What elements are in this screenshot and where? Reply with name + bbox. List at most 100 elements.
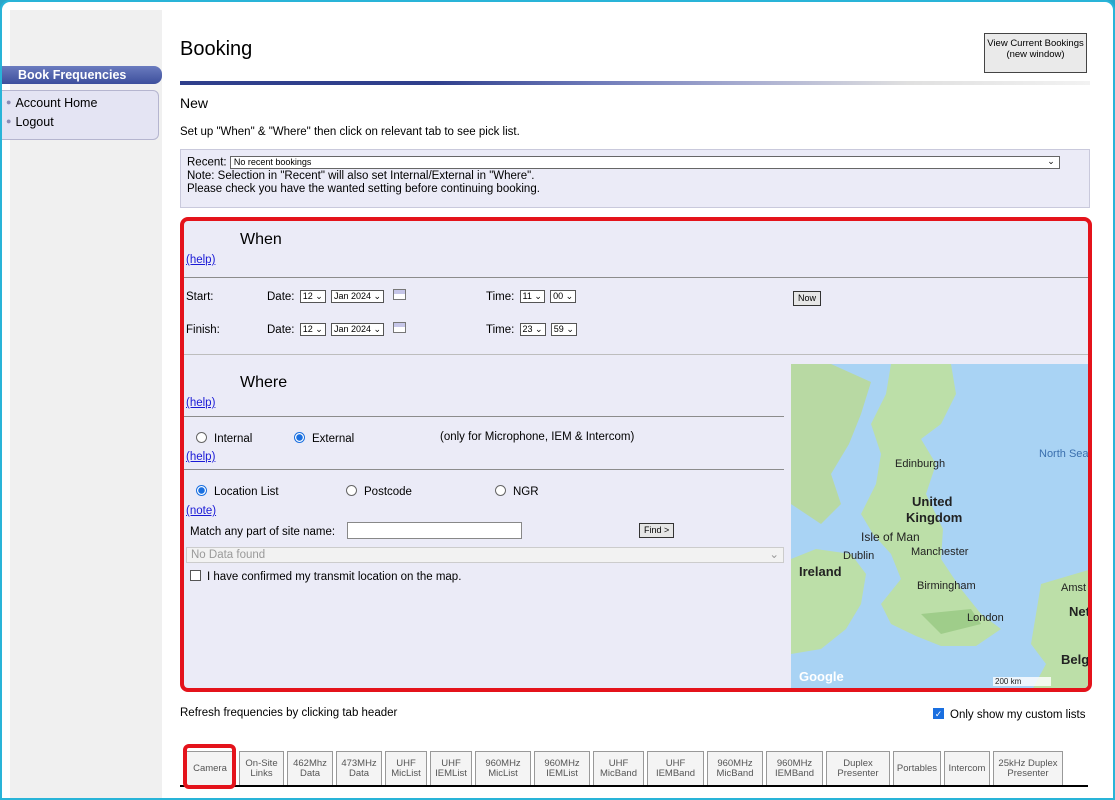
- custom-lists-checkbox[interactable]: ✓ Only show my custom lists: [933, 708, 1086, 721]
- calendar-icon[interactable]: [393, 289, 407, 301]
- select-value: 12: [302, 291, 313, 301]
- tab-uhf-miclist[interactable]: UHF MicList: [385, 751, 427, 786]
- tab-bar: Camera On-Site Links 462Mhz Data 473MHz …: [180, 747, 1066, 787]
- sidebar-item-label: Logout: [15, 115, 54, 129]
- recent-warning: Please check you have the wanted setting…: [187, 182, 540, 195]
- map-graphic: [791, 364, 1088, 688]
- recent-select-value: No recent bookings: [233, 157, 312, 167]
- radio-label: Postcode: [364, 486, 412, 498]
- finish-minute-select[interactable]: 59 ⌄: [550, 323, 577, 336]
- tab-960mhz-miclist[interactable]: 960MHz MicList: [475, 751, 531, 786]
- tab-25khz-duplex-presenter[interactable]: 25kHz Duplex Presenter: [993, 751, 1063, 786]
- bullet-icon: ●: [6, 116, 12, 126]
- tab-473mhz-data[interactable]: 473MHz Data: [336, 751, 382, 786]
- start-day-select[interactable]: 12 ⌄: [299, 290, 326, 303]
- start-month-select[interactable]: Jan 2024 ⌄: [330, 290, 385, 303]
- check-icon: ✓: [933, 708, 944, 720]
- time-label: Time:: [486, 324, 515, 336]
- finish-time-group: Time: 23 ⌄ 59 ⌄: [486, 323, 577, 337]
- view-current-bookings-button[interactable]: View Current Bookings (new window): [984, 33, 1087, 73]
- ngr-radio[interactable]: NGR: [495, 485, 539, 498]
- tab-960mhz-iemlist[interactable]: 960MHz IEMList: [534, 751, 590, 786]
- divider: [184, 277, 1088, 278]
- confirm-location-checkbox[interactable]: I have confirmed my transmit location on…: [190, 570, 462, 583]
- refresh-note: Refresh frequencies by clicking tab head…: [180, 707, 398, 719]
- radio-label: NGR: [513, 486, 539, 498]
- tab-on-site-links[interactable]: On-Site Links: [239, 751, 284, 786]
- note-link[interactable]: (note): [186, 505, 216, 517]
- map-label: Amst: [1061, 582, 1087, 594]
- map-label: Kingdom: [906, 510, 963, 525]
- postcode-radio[interactable]: Postcode: [346, 485, 412, 498]
- tab-duplex-presenter[interactable]: Duplex Presenter: [826, 751, 890, 786]
- map-label: Birmingham: [917, 580, 976, 592]
- tab-uhf-micband[interactable]: UHF MicBand: [593, 751, 644, 786]
- site-name-input[interactable]: [347, 522, 522, 539]
- recent-label: Recent:: [187, 156, 227, 169]
- sidebar-item-account-home[interactable]: ● Account Home: [6, 94, 158, 113]
- where-title: Where: [240, 374, 288, 391]
- finish-date-group: Date: 12 ⌄ Jan 2024 ⌄: [267, 322, 407, 337]
- select-value: 00: [553, 291, 564, 301]
- select-value: Jan 2024: [333, 291, 372, 301]
- map-label: Net: [1069, 604, 1090, 619]
- where-help-link[interactable]: (help): [186, 397, 215, 409]
- map-label: Edinburgh: [895, 458, 946, 470]
- tab-portables[interactable]: Portables: [893, 751, 941, 786]
- start-minute-select[interactable]: 00 ⌄: [550, 290, 577, 303]
- recent-select[interactable]: No recent bookings ⌄: [229, 156, 1060, 169]
- location-map[interactable]: North Sea Edinburgh United Kingdom Isle …: [791, 364, 1090, 688]
- match-label: Match any part of site name:: [190, 526, 336, 538]
- finish-day-select[interactable]: 12 ⌄: [299, 323, 326, 336]
- select-value: 59: [553, 324, 564, 334]
- select-value: No Data found: [191, 549, 266, 561]
- date-label: Date:: [267, 324, 295, 336]
- tab-960mhz-iemband[interactable]: 960MHz IEMBand: [766, 751, 823, 786]
- tab-uhf-iemband[interactable]: UHF IEMBand: [647, 751, 704, 786]
- select-value: 23: [522, 324, 533, 334]
- map-label: Isle of Man: [861, 530, 920, 544]
- app-window: Book Frequencies ● Account Home ● Logout B…: [0, 0, 1115, 800]
- select-value: 12: [302, 324, 313, 334]
- map-label: Ireland: [799, 564, 842, 579]
- external-radio[interactable]: External: [294, 432, 355, 445]
- checkbox-label: Only show my custom lists: [950, 709, 1086, 721]
- tab-960mhz-micband[interactable]: 960MHz MicBand: [707, 751, 763, 786]
- map-label: Dublin: [843, 550, 875, 562]
- find-button[interactable]: Find >: [639, 523, 675, 538]
- tab-uhf-iemlist[interactable]: UHF IEMList: [430, 751, 472, 786]
- now-button[interactable]: Now: [793, 291, 822, 306]
- sidebar-item-label: Account Home: [15, 96, 98, 110]
- when-help-link[interactable]: (help): [186, 254, 215, 266]
- radio-icon: [495, 485, 506, 497]
- page-title: Booking: [180, 38, 253, 60]
- checkbox-icon: [190, 570, 201, 582]
- title-divider: [180, 81, 1090, 85]
- section-subtitle: New: [180, 95, 209, 111]
- sidebar-heading: Book Frequencies: [2, 66, 162, 84]
- site-select[interactable]: No Data found ⌄: [186, 547, 784, 563]
- checkbox-label: I have confirmed my transmit location on…: [207, 571, 462, 583]
- radio-label: Location List: [214, 486, 279, 498]
- divider: [184, 354, 1088, 355]
- scope-help-link[interactable]: (help): [186, 451, 215, 463]
- sidebar-item-logout[interactable]: ● Logout: [6, 113, 158, 132]
- radio-label: External: [312, 433, 355, 445]
- finish-hour-select[interactable]: 23 ⌄: [519, 323, 546, 336]
- calendar-icon[interactable]: [393, 322, 407, 334]
- start-hour-select[interactable]: 11 ⌄: [519, 290, 545, 303]
- location-list-radio[interactable]: Location List: [196, 485, 279, 498]
- internal-radio[interactable]: Internal: [196, 432, 252, 445]
- divider: [184, 416, 784, 417]
- when-where-panel: When (help) Start: Date: 12 ⌄ Jan 2024 ⌄…: [180, 217, 1092, 692]
- finish-month-select[interactable]: Jan 2024 ⌄: [330, 323, 385, 336]
- start-label: Start:: [186, 291, 214, 303]
- time-label: Time:: [486, 291, 515, 303]
- google-logo: Google: [799, 669, 844, 684]
- tab-intercom[interactable]: Intercom: [944, 751, 990, 786]
- sidebar-menu: ● Account Home ● Logout: [2, 90, 159, 140]
- tab-462mhz-data[interactable]: 462Mhz Data: [287, 751, 333, 786]
- recent-panel: Recent: No recent bookings ⌄ Note: Select…: [180, 149, 1090, 208]
- chevron-down-icon: ⌄: [769, 549, 779, 561]
- radio-icon: [346, 485, 357, 497]
